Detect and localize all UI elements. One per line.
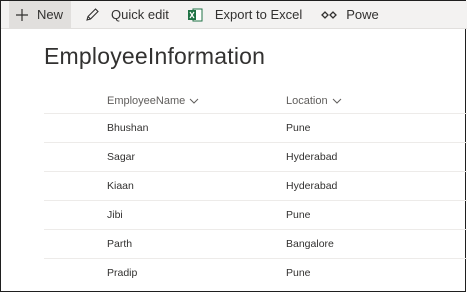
quick-edit-label: Quick edit xyxy=(111,7,169,22)
export-to-excel-label: Export to Excel xyxy=(214,7,303,22)
location-cell: Pune xyxy=(286,122,311,134)
pencil-icon xyxy=(83,7,101,22)
table-row[interactable]: Sagar Hyderabad xyxy=(44,142,467,171)
column-header-location[interactable]: Location xyxy=(286,95,342,107)
location-cell: Hyderabad xyxy=(286,180,338,192)
new-button-label: New xyxy=(37,7,64,22)
command-bar: New Quick edit Export to Excel Powe xyxy=(1,1,467,29)
page-title: EmployeeInformation xyxy=(44,43,266,69)
location-cell: Pune xyxy=(286,209,311,221)
quick-edit-button[interactable]: Quick edit xyxy=(83,1,169,28)
table-row[interactable]: Pradip Pune xyxy=(44,258,467,287)
chevron-down-icon xyxy=(189,98,199,104)
employee-name-cell: Jibi xyxy=(107,209,123,221)
location-cell: Bangalore xyxy=(286,238,334,250)
excel-icon xyxy=(187,8,205,22)
new-button[interactable]: New xyxy=(9,1,72,28)
employee-name-cell: Pradip xyxy=(107,267,138,279)
list-rows: Bhushan Pune Sagar Hyderabad Kiaan Hyder… xyxy=(44,113,467,287)
chevron-down-icon xyxy=(332,98,341,104)
location-cell: Pune xyxy=(286,267,311,279)
table-row[interactable]: Bhushan Pune xyxy=(44,113,467,142)
employee-name-cell: Sagar xyxy=(107,151,136,163)
table-row[interactable]: Kiaan Hyderabad xyxy=(44,171,467,200)
plus-icon xyxy=(13,8,31,22)
column-header-label: EmployeeName xyxy=(107,95,186,107)
app-frame: New Quick edit Export to Excel Powe Empl… xyxy=(0,0,467,292)
column-header-label: Location xyxy=(286,95,328,107)
export-to-excel-button[interactable]: Export to Excel xyxy=(187,1,302,28)
power-apps-icon xyxy=(320,10,338,20)
table-row[interactable]: Jibi Pune xyxy=(44,200,467,229)
employee-name-cell: Bhushan xyxy=(107,122,149,134)
employee-name-cell: Parth xyxy=(107,238,133,250)
location-cell: Hyderabad xyxy=(286,151,338,163)
power-apps-button[interactable]: Powe xyxy=(320,1,379,28)
table-row[interactable]: Parth Bangalore xyxy=(44,229,467,258)
column-header-employeename[interactable]: EmployeeName xyxy=(107,95,199,107)
power-apps-label: Powe xyxy=(346,7,379,22)
employee-name-cell: Kiaan xyxy=(107,180,134,192)
